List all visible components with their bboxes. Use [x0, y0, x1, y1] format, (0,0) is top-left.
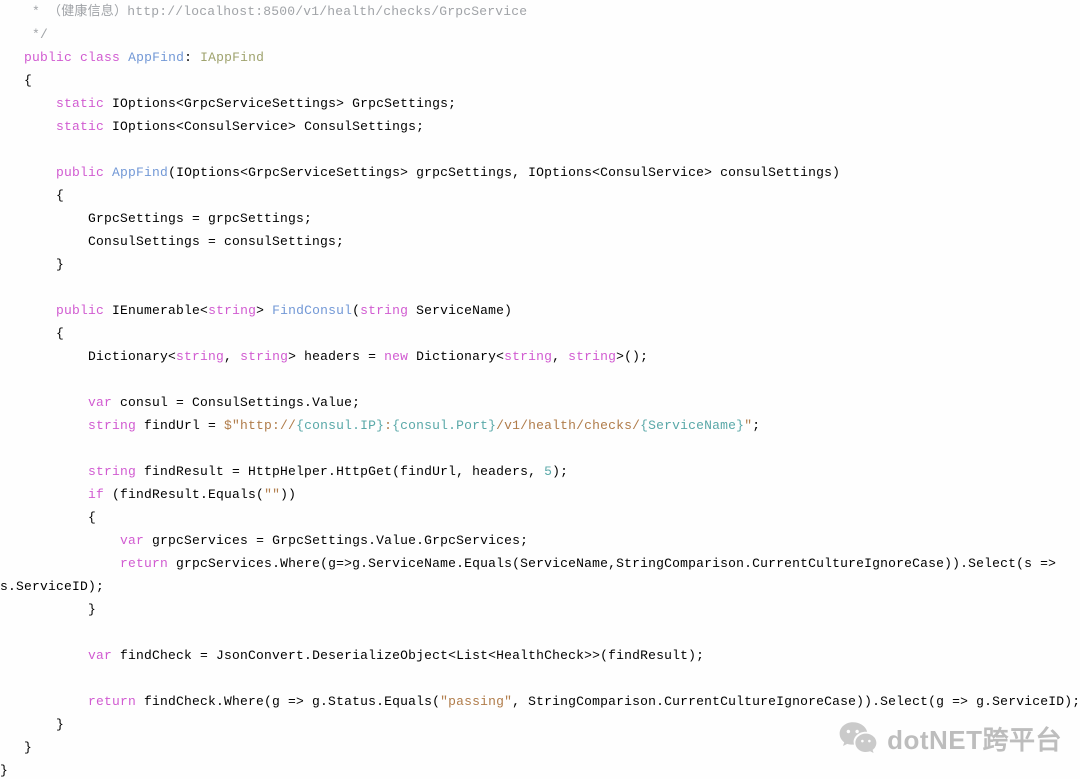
brace: }: [0, 717, 64, 732]
code-block: * （健康信息）http://localhost:8500/v1/health/…: [0, 0, 1080, 779]
kw-return: return: [120, 556, 168, 571]
brace: {: [0, 326, 64, 341]
kw-public: public: [24, 50, 72, 65]
kw-public: public: [56, 165, 104, 180]
number-literal: 5: [544, 464, 552, 479]
str-literal: $"http://: [224, 418, 296, 433]
comment-end: */: [0, 27, 48, 42]
stmt-wrap: s.ServiceID);: [0, 579, 104, 594]
kw-var: var: [88, 395, 112, 410]
kw-static: static: [56, 119, 104, 134]
brace: {: [0, 188, 64, 203]
str-interp: {consul.Port}: [392, 418, 496, 433]
ctor-name: AppFind: [112, 165, 168, 180]
comment-line: * （健康信息）: [0, 4, 127, 19]
str-literal: "": [264, 487, 280, 502]
kw-var: var: [88, 648, 112, 663]
kw-static: static: [56, 96, 104, 111]
class-name: AppFind: [128, 50, 184, 65]
kw-var: var: [120, 533, 144, 548]
stmt: GrpcSettings = grpcSettings;: [0, 211, 312, 226]
kw-string: string: [360, 303, 408, 318]
kw-return: return: [88, 694, 136, 709]
brace: {: [0, 510, 96, 525]
interface-name: IAppFind: [200, 50, 264, 65]
decl: IOptions<GrpcServiceSettings> GrpcSettin…: [104, 96, 456, 111]
kw-string: string: [88, 418, 136, 433]
brace: }: [0, 602, 96, 617]
str-literal: "passing": [440, 694, 512, 709]
str-interp: {consul.IP}: [296, 418, 384, 433]
kw-string: string: [88, 464, 136, 479]
kw-class: class: [80, 50, 120, 65]
kw-new: new: [384, 349, 408, 364]
method-name: FindConsul: [272, 303, 352, 318]
stmt: ConsulSettings = consulSettings;: [0, 234, 344, 249]
comment-url: http://localhost:8500/v1/health/checks/G…: [127, 4, 527, 19]
kw-string: string: [208, 303, 256, 318]
str-interp: {ServiceName}: [640, 418, 744, 433]
brace: }: [0, 763, 8, 778]
kw-public: public: [56, 303, 104, 318]
decl: IOptions<ConsulService> ConsulSettings;: [104, 119, 424, 134]
brace: }: [0, 257, 64, 272]
ctor-params: (IOptions<GrpcServiceSettings> grpcSetti…: [168, 165, 840, 180]
kw-if: if: [88, 487, 104, 502]
brace: }: [0, 740, 32, 755]
brace: {: [0, 73, 32, 88]
